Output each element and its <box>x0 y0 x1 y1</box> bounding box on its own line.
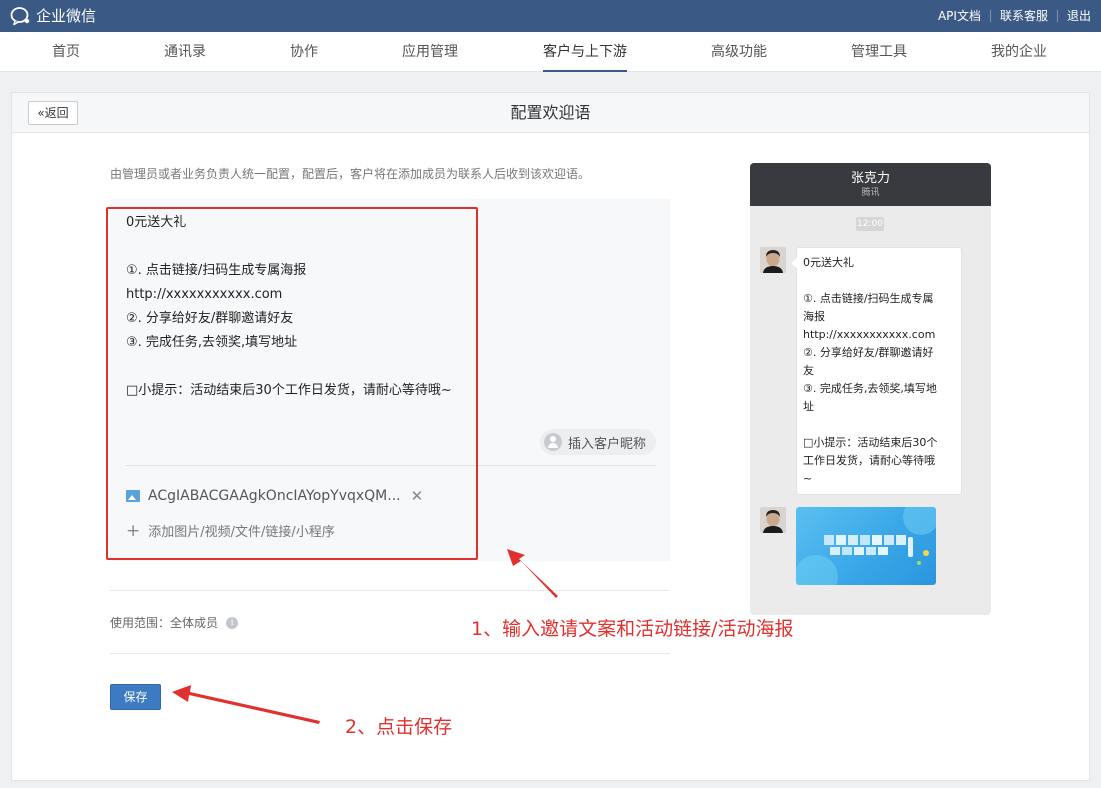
nav-advanced[interactable]: 高级功能 <box>711 32 767 72</box>
message-line: ①. 点击链接/扫码生成专属海报 <box>126 263 307 278</box>
usage-scope: 使用范围：全体成员 i <box>110 614 239 631</box>
message-line: http://xxxxxxxxxxx.com <box>126 287 283 302</box>
insert-nickname-label: 插入客户昵称 <box>567 436 646 452</box>
link-divider <box>989 10 991 22</box>
message-line: □小提示：活动结束后30个工作日发货，请耐心等待哦~ <box>126 383 452 398</box>
divider <box>110 653 670 654</box>
message-line: ③. 完成任务,去领奖,填写地址 <box>126 335 298 350</box>
top-bar: 企业微信 API文档 联系客服 退出 <box>0 0 1101 32</box>
message-line <box>126 355 452 379</box>
attachment-name: ACgIABACGAAgkOncIAYopYvqxQM... <box>148 488 401 504</box>
bubble-line: 海报 <box>803 310 825 323</box>
avatar <box>760 507 786 533</box>
preview-message-bubble: 0元送大礼 ①. 点击链接/扫码生成专属 海报 http://xxxxxxxxx… <box>791 247 962 495</box>
api-docs-link[interactable]: API文档 <box>938 8 981 24</box>
usage-scope-label: 使用范围：全体成员 <box>110 616 219 630</box>
add-media-label: 添加图片/视频/文件/链接/小程序 <box>148 525 335 540</box>
insert-nickname-button[interactable]: 插入客户昵称 <box>539 429 656 455</box>
app-logo[interactable]: 企业微信 <box>10 6 96 26</box>
link-divider <box>1056 10 1058 22</box>
main-nav: 首页 通讯录 协作 应用管理 客户与上下游 高级功能 管理工具 我的企业 <box>0 32 1101 72</box>
page-title: 配置欢迎语 <box>510 103 591 122</box>
panel-header: 配置欢迎语 «返回 <box>12 93 1089 133</box>
image-icon <box>126 490 140 502</box>
chat-preview-header: 张克力 腾讯 <box>750 163 991 206</box>
app-name: 企业微信 <box>36 7 97 25</box>
chat-preview: 张克力 腾讯 12:00 0元送大礼 ①. 点击链接/扫码生成专属 海报 htt… <box>750 163 991 615</box>
bubble-line: 友 <box>803 364 814 377</box>
annotation-step-1: 1、输入邀请文案和活动链接/活动海报 <box>471 618 794 640</box>
message-line: 0元送大礼 <box>126 215 187 230</box>
bubble-line: 0元送大礼 <box>803 256 854 269</box>
bubble-line: ③. 完成任务,去领奖,填写地 <box>803 382 937 395</box>
info-icon[interactable]: i <box>226 616 239 629</box>
contact-company: 腾讯 <box>861 188 880 198</box>
bubble-line: ①. 点击链接/扫码生成专属 <box>803 292 934 305</box>
bubble-line: ~ <box>803 472 813 485</box>
bubble-line: □小提示：活动结束后30个 <box>803 436 938 449</box>
welcome-message-panel: 配置欢迎语 «返回 由管理员或者业务负责人统一配置，配置后，客户将在添加成员为联… <box>11 92 1090 781</box>
nav-home[interactable]: 首页 <box>52 32 80 72</box>
nav-collaboration[interactable]: 协作 <box>290 32 318 72</box>
save-button[interactable]: 保存 <box>110 684 161 710</box>
nav-contacts[interactable]: 通讯录 <box>164 32 206 72</box>
plus-icon: + <box>126 520 141 541</box>
message-text[interactable]: 0元送大礼 ①. 点击链接/扫码生成专属海报 http://xxxxxxxxxx… <box>126 211 452 403</box>
config-description: 由管理员或者业务负责人统一配置，配置后，客户将在添加成员为联系人后收到该欢迎语。 <box>110 167 591 181</box>
nav-app-management[interactable]: 应用管理 <box>402 32 458 72</box>
contact-support-link[interactable]: 联系客服 <box>1000 8 1048 24</box>
bubble-line: 址 <box>803 400 814 413</box>
nav-my-enterprise[interactable]: 我的企业 <box>991 32 1047 72</box>
attachment-item: ACgIABACGAAgkOncIAYopYvqxQM... ✕ <box>126 487 423 505</box>
back-button[interactable]: «返回 <box>28 101 78 125</box>
wecom-logo-icon <box>10 7 30 26</box>
poster-thumbnail-image <box>796 507 936 585</box>
divider <box>110 590 670 591</box>
remove-attachment-icon[interactable]: ✕ <box>411 487 424 505</box>
avatar-person-icon <box>760 247 786 273</box>
person-icon <box>543 433 562 451</box>
avatar <box>760 247 786 273</box>
welcome-message-editor[interactable]: 0元送大礼 ①. 点击链接/扫码生成专属海报 http://xxxxxxxxxx… <box>110 199 670 561</box>
bubble-line: http://xxxxxxxxxxx.com <box>803 328 936 341</box>
message-line <box>126 235 452 259</box>
bubble-line <box>803 416 955 434</box>
bubble-line: 工作日发货，请耐心等待哦 <box>803 454 935 467</box>
nav-customers[interactable]: 客户与上下游 <box>543 32 627 72</box>
contact-name: 张克力 <box>850 171 890 186</box>
bubble-line <box>803 272 955 290</box>
annotation-step-2: 2、点击保存 <box>345 716 453 738</box>
bubble-line: ②. 分享给好友/群聊邀请好 <box>803 346 934 359</box>
top-links: API文档 联系客服 退出 <box>938 8 1091 24</box>
add-media-button[interactable]: + 添加图片/视频/文件/链接/小程序 <box>126 521 335 540</box>
message-time: 12:00 <box>856 217 884 231</box>
poster-image-card <box>796 507 936 585</box>
editor-divider <box>126 465 656 466</box>
avatar-person-icon <box>760 507 786 533</box>
message-line: ②. 分享给好友/群聊邀请好友 <box>126 311 294 326</box>
double-chevron-left-icon: « <box>37 106 45 120</box>
nav-management-tools[interactable]: 管理工具 <box>851 32 907 72</box>
back-label: 返回 <box>44 106 69 120</box>
logout-link[interactable]: 退出 <box>1067 8 1091 24</box>
